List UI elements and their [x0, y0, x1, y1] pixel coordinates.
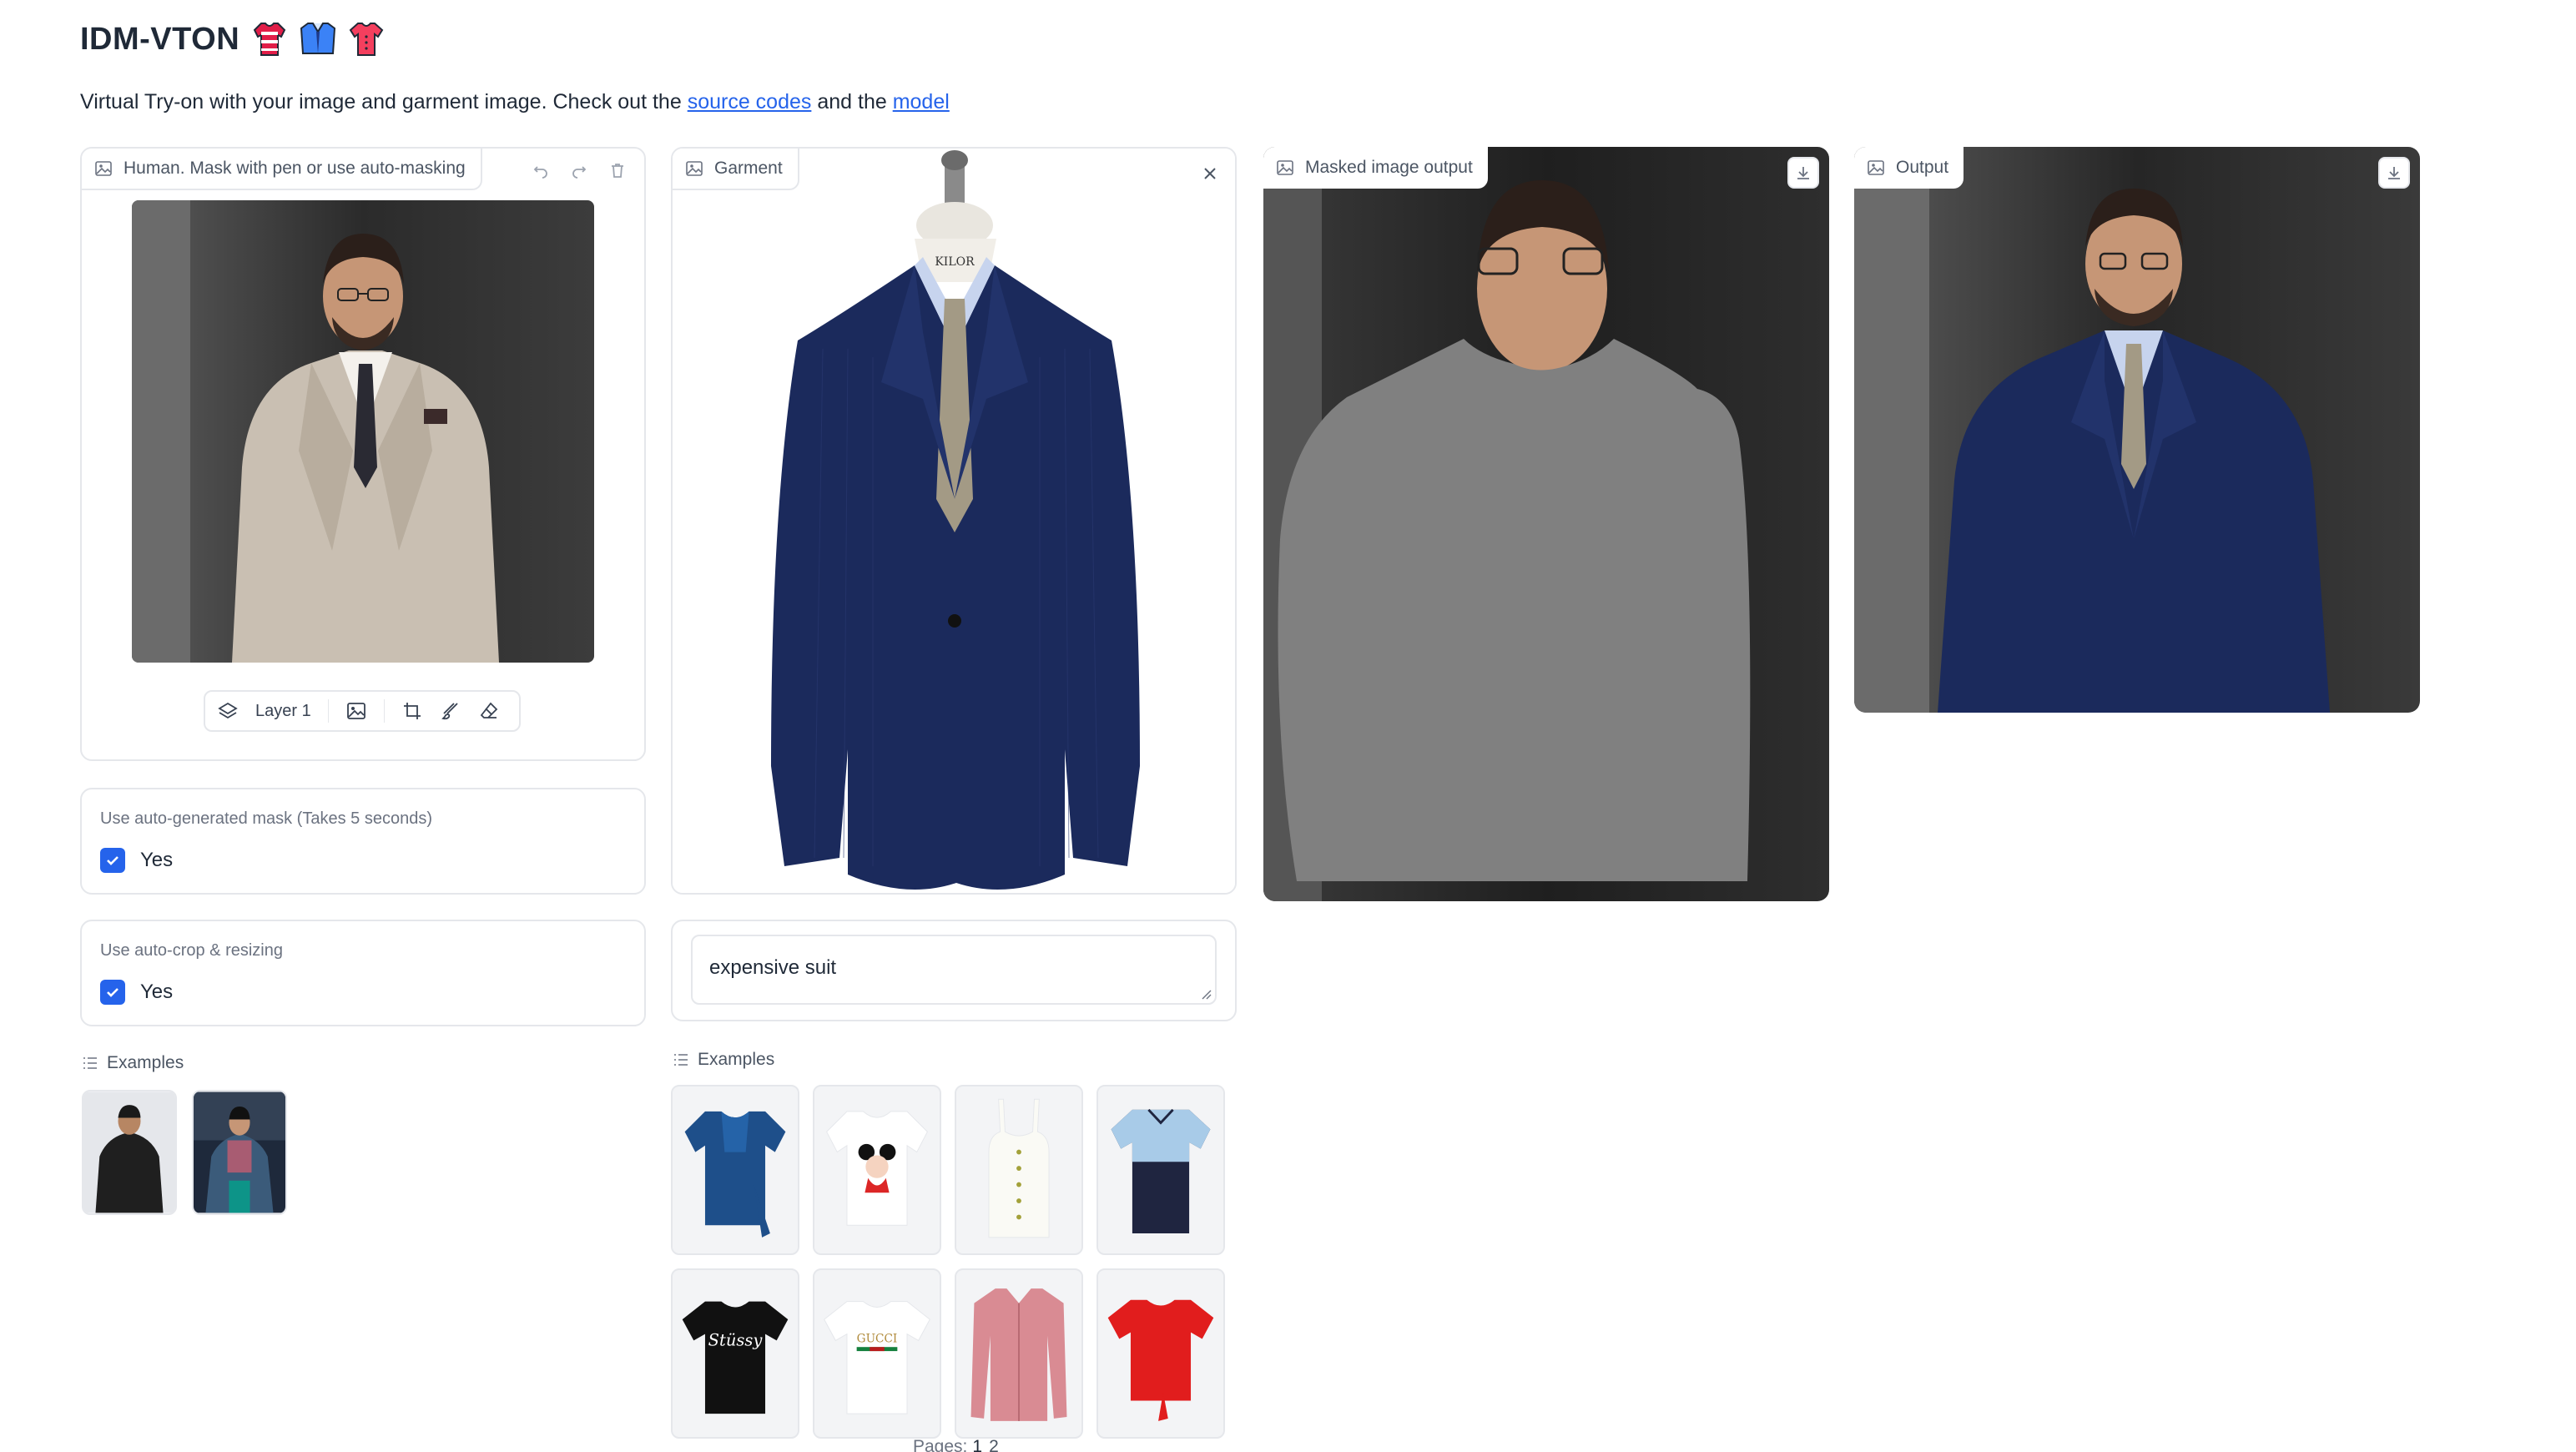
human-example-thumb[interactable]: [82, 1090, 177, 1215]
layer-toolbar: Layer 1: [204, 690, 521, 732]
garment-example-thumb[interactable]: [1096, 1268, 1225, 1439]
garment-panel-label: Garment: [673, 149, 799, 190]
output-photo: [1854, 147, 2420, 713]
auto-mask-value: Yes: [140, 849, 174, 871]
output-image: Output: [1854, 147, 2420, 713]
auto-mask-option: Use auto-generated mask (Takes 5 seconds…: [80, 788, 646, 895]
auto-crop-value: Yes: [140, 981, 174, 1003]
human-example-thumb[interactable]: [192, 1090, 287, 1215]
download-icon: [1797, 167, 1809, 179]
output-panel-label: Output: [1854, 147, 1964, 189]
auto-crop-label: Use auto-crop & resizing: [100, 941, 283, 960]
examples-pagination: Pages: 1 2: [913, 1437, 999, 1452]
redo-button[interactable]: [566, 157, 592, 184]
source-codes-link[interactable]: source codes: [688, 90, 812, 113]
garment-example-thumb[interactable]: [671, 1085, 799, 1255]
auto-mask-label: Use auto-generated mask (Takes 5 seconds…: [100, 809, 432, 828]
download-icon: [2388, 167, 2400, 179]
clear-button[interactable]: [604, 157, 631, 184]
auto-mask-checkbox[interactable]: [100, 848, 125, 873]
svg-text:Stüssy: Stüssy: [708, 1330, 764, 1349]
model-link[interactable]: model: [893, 90, 950, 113]
list-icon: [83, 1057, 97, 1069]
human-examples-label: Examples: [82, 1053, 184, 1073]
toolbar-divider: [327, 699, 329, 723]
garment-example-thumb[interactable]: [955, 1268, 1083, 1439]
subtitle-text: Virtual Try-on with your image and garme…: [80, 90, 688, 113]
toolbar-divider: [383, 699, 385, 723]
coat-emoji-icon: [300, 20, 336, 58]
auto-crop-option: Use auto-crop & resizing Yes: [80, 920, 646, 1026]
brush-icon[interactable]: [440, 700, 461, 722]
download-masked-button[interactable]: [1787, 157, 1819, 189]
checkmark-icon: [107, 988, 118, 997]
shirt-emoji-icon: [251, 20, 288, 58]
close-icon: [1204, 168, 1216, 179]
garment-example-thumb[interactable]: [1096, 1085, 1225, 1255]
garment-description-input[interactable]: expensive suit: [691, 935, 1217, 1005]
app-subtitle: Virtual Try-on with your image and garme…: [80, 90, 950, 114]
masked-photo: [1263, 147, 1829, 901]
trash-icon: [612, 164, 623, 178]
app-title: IDM-VTON: [80, 21, 240, 57]
human-image-editor[interactable]: Human. Mask with pen or use auto-masking: [80, 147, 646, 761]
layers-icon[interactable]: [217, 700, 239, 722]
garment-panel-label-text: Garment: [714, 159, 783, 178]
garment-examples-label: Examples: [673, 1050, 774, 1070]
auto-crop-checkbox[interactable]: [100, 980, 125, 1005]
list-icon: [674, 1054, 688, 1066]
human-panel-label-text: Human. Mask with pen or use auto-masking: [124, 159, 466, 178]
background-image-icon[interactable]: [345, 700, 367, 722]
human-examples-label-text: Examples: [107, 1053, 184, 1072]
garment-example-thumb[interactable]: GUCCI: [813, 1268, 941, 1439]
garment-example-thumb[interactable]: [813, 1085, 941, 1255]
output-panel-label-text: Output: [1896, 158, 1949, 177]
masked-panel-label: Masked image output: [1263, 147, 1488, 189]
remove-garment-button[interactable]: [1197, 160, 1223, 187]
garment-example-thumb[interactable]: [955, 1085, 1083, 1255]
redo-icon: [572, 166, 587, 179]
garment-example-thumb[interactable]: Stüssy: [671, 1268, 799, 1439]
checkmark-icon: [107, 856, 118, 865]
auto-crop-checkbox-row[interactable]: Yes: [100, 980, 173, 1005]
garment-photo: KILOR: [673, 149, 1235, 893]
svg-text:GUCCI: GUCCI: [857, 1332, 898, 1345]
svg-text:KILOR: KILOR: [935, 255, 975, 269]
garment-image-panel[interactable]: Garment KILOR: [671, 147, 1237, 895]
eraser-icon[interactable]: [478, 700, 500, 722]
image-icon: [1868, 160, 1884, 175]
resize-handle-icon[interactable]: [1200, 988, 1212, 1000]
garment-examples-label-text: Examples: [698, 1050, 775, 1069]
layer-label[interactable]: Layer 1: [255, 702, 311, 721]
editor-history-tools: [527, 157, 631, 184]
page-2-button[interactable]: 2: [989, 1437, 999, 1452]
crop-icon[interactable]: [401, 700, 423, 722]
human-photo[interactable]: [132, 200, 594, 663]
human-panel-label: Human. Mask with pen or use auto-masking: [82, 149, 482, 190]
image-icon: [1277, 160, 1293, 175]
subtitle-text-mid: and the: [811, 90, 893, 113]
masked-image-output: Masked image output: [1263, 147, 1829, 901]
image-icon: [686, 161, 703, 176]
image-icon: [95, 161, 112, 176]
masked-panel-label-text: Masked image output: [1305, 158, 1473, 177]
garment-description-text: expensive suit: [709, 956, 837, 979]
page-1-button[interactable]: 1: [972, 1437, 982, 1452]
tshirt-emoji-icon: [348, 20, 385, 58]
auto-mask-checkbox-row[interactable]: Yes: [100, 848, 173, 873]
download-output-button[interactable]: [2378, 157, 2410, 189]
app-header: IDM-VTON: [80, 18, 385, 60]
undo-button[interactable]: [527, 157, 554, 184]
undo-icon: [533, 166, 547, 179]
pages-label: Pages:: [913, 1437, 968, 1452]
